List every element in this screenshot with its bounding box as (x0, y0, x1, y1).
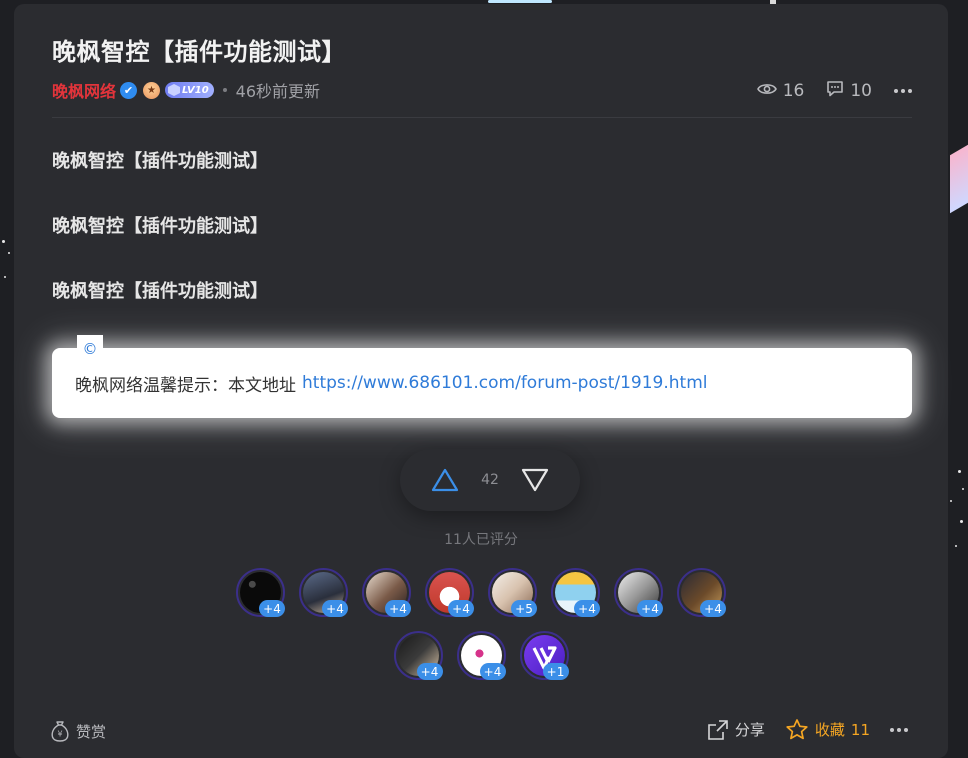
rater-score: +4 (700, 600, 726, 617)
rater-score: +4 (574, 600, 600, 617)
page: 晚枫智控【插件功能测试】 晚枫网络 ✔ ★ LV10 46秒前更新 16 10 … (0, 0, 968, 758)
rater-avatar[interactable]: +4 (362, 568, 411, 617)
rater-score: +4 (416, 663, 443, 680)
post-meta: 晚枫网络 ✔ ★ LV10 46秒前更新 (52, 79, 320, 101)
star-icon (786, 719, 808, 740)
rater-avatar[interactable]: +4 (551, 568, 600, 617)
background-decoration (950, 144, 968, 214)
share-label: 分享 (734, 721, 765, 739)
reward-button[interactable]: ¥ 赞赏 (50, 720, 106, 742)
favorite-count: 11 (850, 720, 870, 739)
rater-avatar[interactable]: +5 (488, 568, 537, 617)
rater-avatar[interactable]: +4 (393, 631, 443, 680)
rater-score: +4 (637, 600, 663, 617)
updated-time: 46秒前更新 (235, 82, 321, 101)
views-stat: 16 (756, 81, 805, 101)
rater-avatar[interactable]: +4 (614, 568, 663, 617)
vote-box: 42 (400, 449, 580, 511)
author-name[interactable]: 晚枫网络 (52, 78, 116, 102)
share-icon (708, 719, 728, 740)
copyright-icon: © (77, 335, 103, 363)
notice-text: 晚枫网络温馨提示：本文地址 (75, 375, 296, 396)
rated-count: 11人已评分 (444, 532, 518, 548)
medal-icon: ★ (143, 81, 161, 99)
rater-score: +5 (511, 600, 537, 617)
rater-score: +1 (542, 663, 569, 680)
copyright-notice: 晚枫网络温馨提示：本文地址 https://www.686101.com/for… (52, 348, 912, 418)
comment-icon (826, 80, 844, 102)
comments-stat[interactable]: 10 (826, 80, 872, 102)
more-dots-icon[interactable] (890, 720, 908, 740)
rater-avatar[interactable]: +1 (519, 631, 569, 680)
favorite-label: 收藏 (814, 721, 845, 739)
eye-icon (756, 81, 777, 101)
verified-icon: ✔ (120, 81, 138, 99)
level-badge: LV10 (165, 82, 214, 98)
share-button[interactable]: 分享 (707, 719, 765, 741)
separator-dot (222, 88, 227, 92)
content-paragraph: 晚枫智控【插件功能测试】 (52, 281, 268, 302)
level-hex-icon (168, 84, 181, 96)
raters-row: +4 +4 +4 +4 +5 +4 +4 +4 (14, 568, 948, 617)
rater-avatar[interactable]: +4 (425, 568, 474, 617)
comments-count: 10 (850, 81, 872, 101)
footer-actions: 分享 收藏 11 (707, 718, 908, 741)
rater-avatar[interactable]: +4 (299, 568, 348, 617)
rater-score: +4 (448, 600, 474, 617)
views-count: 16 (782, 81, 805, 101)
content-paragraph: 晚枫智控【插件功能测试】 (52, 151, 268, 172)
vote-count: 42 (481, 472, 499, 488)
divider (52, 117, 912, 118)
post-stats: 16 10 (756, 80, 912, 102)
rater-score: +4 (479, 663, 506, 680)
rater-score: +4 (322, 600, 348, 617)
rater-avatar[interactable]: +4 (677, 568, 726, 617)
background-decoration (488, 0, 552, 3)
post-url-link[interactable]: https://www.686101.com/forum-post/1919.h… (302, 373, 708, 393)
rater-score: +4 (259, 600, 285, 617)
rater-avatar[interactable]: +4 (456, 631, 506, 680)
content-paragraph: 晚枫智控【插件功能测试】 (52, 216, 268, 237)
rater-score: +4 (385, 600, 411, 617)
reward-label: 赞赏 (76, 722, 107, 741)
rater-avatar[interactable]: +4 (236, 568, 285, 617)
money-bag-icon: ¥ (51, 721, 69, 742)
triangle-up-icon[interactable] (431, 467, 459, 493)
triangle-down-icon[interactable] (521, 467, 549, 493)
level-label: LV10 (182, 84, 209, 96)
raters-row: +4 +4 +1 (14, 631, 948, 680)
svg-text:¥: ¥ (57, 730, 62, 739)
post-title: 晚枫智控【插件功能测试】 (52, 38, 346, 66)
post-card: 晚枫智控【插件功能测试】 晚枫网络 ✔ ★ LV10 46秒前更新 16 10 … (14, 4, 948, 758)
more-dots-icon[interactable] (894, 81, 912, 101)
favorite-button[interactable]: 收藏 11 (785, 718, 870, 741)
